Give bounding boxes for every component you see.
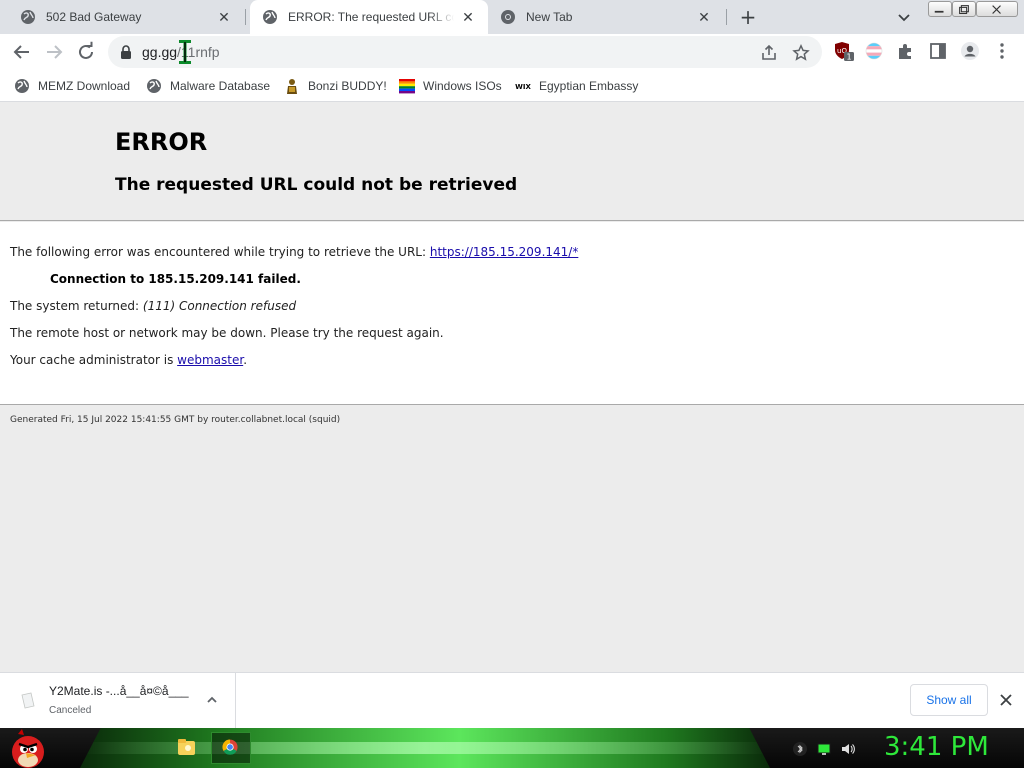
bookmark-memz-download[interactable]: MEMZ Download <box>14 76 130 96</box>
side-panel-icon[interactable] <box>928 41 948 61</box>
profile-avatar-icon[interactable] <box>960 41 980 61</box>
show-all-button[interactable]: Show all <box>910 684 988 716</box>
error-url-link[interactable]: https://185.15.209.141/* <box>430 245 578 259</box>
tray-volume-icon[interactable] <box>840 741 856 757</box>
file-icon <box>21 692 35 709</box>
bookmarks-bar: MEMZ Download Malware Database Bonzi BUD… <box>0 70 1024 102</box>
browser-toolbar: gg.gg/11rnfp uO 1 <box>0 34 1024 70</box>
bookmark-label: MEMZ Download <box>38 79 131 93</box>
bookmark-label: Malware Database <box>170 79 271 93</box>
error-cache-admin-text: Your cache administrator is <box>10 353 178 367</box>
page-content: ERROR The requested URL could not be ret… <box>0 102 1024 672</box>
globe-icon <box>263 10 277 24</box>
bookmark-bonzi-buddy[interactable]: Bonzi BUDDY! <box>284 76 387 96</box>
restore-button[interactable] <box>952 1 976 17</box>
error-system-returned-value: (111) Connection refused <box>142 299 297 313</box>
tab-search-chevron-icon[interactable] <box>895 8 913 26</box>
url-host: gg.gg <box>142 44 178 60</box>
lock-icon[interactable] <box>120 45 132 59</box>
generated-footer: Generated Fri, 15 Jul 2022 15:41:55 GMT … <box>10 415 341 425</box>
trans-flag-icon <box>865 42 883 60</box>
tray-bluetooth-icon[interactable] <box>792 741 808 757</box>
tab-title: 502 Bad Gateway <box>46 10 142 24</box>
ublock-shield-icon: uO1 <box>835 42 854 62</box>
close-tab-icon[interactable]: ✕ <box>460 9 476 25</box>
new-tab-button[interactable]: + <box>737 6 759 28</box>
error-cache-admin: Your cache administrator is webmaster. <box>10 353 247 367</box>
tab-separator <box>726 9 727 25</box>
error-subtitle: The requested URL could not be retrieved <box>115 175 518 195</box>
tab-strip: 502 Bad Gateway ✕ ERROR: The requested U… <box>0 0 1024 34</box>
ublock-extension-button[interactable]: uO 1 <box>834 41 854 62</box>
chrome-taskbar-button[interactable] <box>211 732 251 764</box>
menu-kebab-icon[interactable] <box>992 41 1012 61</box>
minimize-icon <box>934 10 944 13</box>
tray-network-icon[interactable] <box>816 741 832 757</box>
globe-icon <box>21 10 35 24</box>
download-file-name: Y2Mate.is -...å__å¤©å___ <box>49 684 189 698</box>
bookmark-windows-isos[interactable]: Windows ISOs <box>399 76 502 96</box>
bonzi-icon <box>287 79 297 94</box>
chrome-icon <box>222 739 238 755</box>
error-connection-failed: Connection to 185.15.209.141 failed. <box>50 272 301 286</box>
restore-icon <box>959 5 969 15</box>
forward-arrow-icon[interactable] <box>42 40 66 64</box>
error-system-returned-label: The system returned: <box>10 299 143 313</box>
bookmark-label: Egyptian Embassy <box>539 79 639 93</box>
close-icon[interactable] <box>998 692 1014 708</box>
text-cursor-icon <box>179 40 191 64</box>
file-explorer-icon[interactable] <box>166 732 206 764</box>
close-window-button[interactable] <box>976 1 1018 17</box>
error-header: ERROR The requested URL could not be ret… <box>0 102 1024 221</box>
reload-icon[interactable] <box>74 40 98 64</box>
angry-bird-start-icon[interactable] <box>6 728 50 768</box>
taskbar: 3:41 PM <box>0 728 1024 768</box>
tab-new-tab[interactable]: New Tab ✕ <box>488 0 724 34</box>
error-body: The following error was encountered whil… <box>0 222 1024 405</box>
bookmark-label: Bonzi BUDDY! <box>308 79 387 93</box>
error-cache-admin-suffix: . <box>243 353 248 367</box>
download-status: Canceled <box>49 705 92 716</box>
wix-icon: WIX <box>515 83 531 91</box>
download-item[interactable]: Y2Mate.is -...å__å¤©å___ Canceled <box>0 673 236 729</box>
download-shelf: Y2Mate.is -...å__å¤©å___ Canceled Show a… <box>0 672 1024 729</box>
tab-title: ERROR: The requested URL could <box>288 10 454 24</box>
error-line-url-text: The following error was encountered whil… <box>10 245 430 259</box>
tab-separator <box>245 9 246 25</box>
bookmark-label: Windows ISOs <box>423 79 502 93</box>
tab-502-bad-gateway[interactable]: 502 Bad Gateway ✕ <box>8 0 244 34</box>
pride-extension-button[interactable] <box>864 41 884 61</box>
rainbow-flag-icon <box>399 79 415 94</box>
close-icon <box>992 5 1001 14</box>
webmaster-link[interactable]: webmaster <box>177 353 243 367</box>
minimize-button[interactable] <box>928 1 952 17</box>
bookmark-malware-database[interactable]: Malware Database <box>146 76 270 96</box>
close-tab-icon[interactable]: ✕ <box>696 9 712 25</box>
error-remote-host: The remote host or network may be down. … <box>10 326 444 340</box>
extensions-puzzle-icon[interactable] <box>896 41 916 61</box>
taskbar-clock[interactable]: 3:41 PM <box>884 732 989 762</box>
back-arrow-icon[interactable] <box>10 40 34 64</box>
tab-title: New Tab <box>526 10 573 24</box>
chevron-up-icon[interactable] <box>205 693 219 707</box>
error-system-returned: The system returned: (111) Connection re… <box>10 299 296 313</box>
ublock-badge: 1 <box>846 53 851 62</box>
globe-icon <box>15 79 29 93</box>
chrome-icon <box>501 10 515 24</box>
globe-icon <box>147 79 161 93</box>
svg-text:WIX: WIX <box>515 83 531 91</box>
bookmark-star-icon[interactable] <box>792 44 810 62</box>
error-title: ERROR <box>115 128 208 156</box>
bookmark-egyptian-embassy[interactable]: WIX Egyptian Embassy <box>515 76 638 96</box>
close-tab-icon[interactable]: ✕ <box>216 9 232 25</box>
tab-error[interactable]: ERROR: The requested URL could ✕ <box>250 0 488 34</box>
error-line-url: The following error was encountered whil… <box>10 245 578 259</box>
address-bar[interactable]: gg.gg/11rnfp <box>108 36 822 68</box>
share-icon[interactable] <box>760 44 778 62</box>
